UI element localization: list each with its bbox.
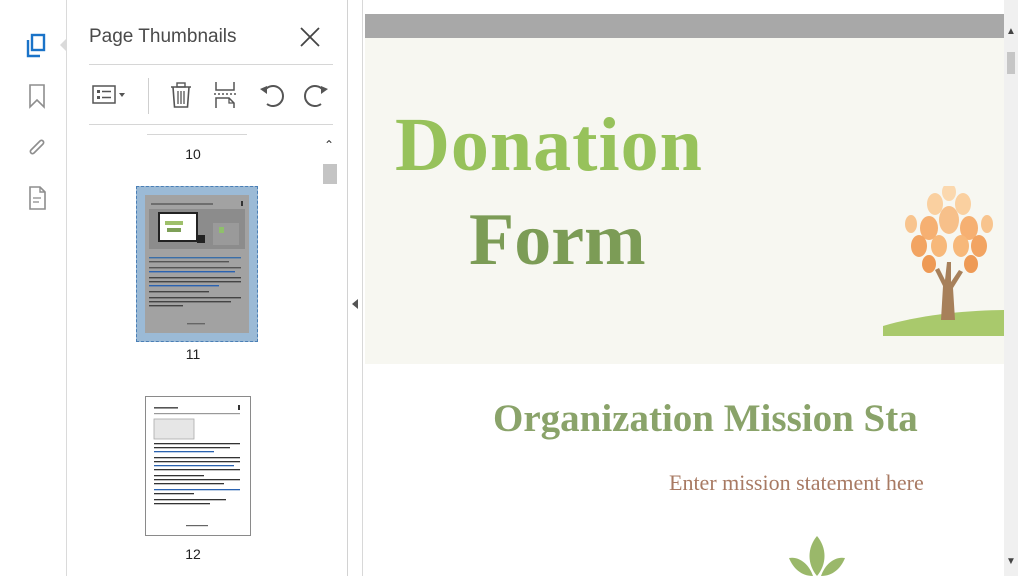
thumbnail-list: 10 11 12	[67, 128, 319, 576]
rotate-clockwise-icon[interactable]	[299, 78, 331, 112]
mission-statement-placeholder[interactable]: Enter mission statement here	[669, 470, 924, 496]
attachment-icon[interactable]	[24, 134, 50, 162]
toolbar-bottom-divider	[89, 124, 333, 125]
scroll-down-icon[interactable]: ▼	[1006, 556, 1016, 567]
scrollbar-thumb[interactable]	[323, 164, 337, 184]
thumbnail-label-10: 10	[185, 146, 201, 162]
panel-title: Page Thumbnails	[89, 26, 237, 47]
form-title-line2: Form	[469, 199, 646, 281]
scroll-up-icon[interactable]: ▲	[1006, 26, 1016, 37]
form-title-line1: Donation	[395, 103, 703, 187]
thumbnail-page-10-edge	[147, 134, 247, 135]
active-panel-pointer	[60, 38, 67, 52]
thumbnail-scrollbar[interactable]: ⌃	[319, 128, 341, 576]
thumbnail-label-12: 12	[185, 546, 201, 562]
collapse-panel-icon[interactable]	[352, 299, 358, 309]
bookmark-icon[interactable]	[24, 82, 50, 110]
page-options-icon[interactable]	[91, 78, 131, 112]
document-icon[interactable]	[24, 184, 50, 212]
delete-page-icon[interactable]	[165, 78, 197, 112]
page-gap	[365, 14, 1004, 38]
toolbar-divider	[148, 78, 149, 114]
leaf-illustration	[789, 536, 845, 576]
thumbnail-page-12[interactable]	[145, 396, 251, 536]
thumbnails-panel: Page Thumbnails 10 11 12 ⌃	[67, 0, 348, 576]
mission-heading: Organization Mission Sta	[493, 397, 918, 440]
scrollbar-thumb[interactable]	[1007, 52, 1015, 74]
close-icon[interactable]	[299, 26, 321, 48]
insert-page-icon[interactable]	[209, 78, 241, 112]
side-toolbar	[0, 0, 67, 576]
scroll-up-icon[interactable]: ⌃	[324, 138, 334, 152]
thumbnail-label-11: 11	[185, 346, 201, 362]
document-viewport[interactable]: Donation Form Organization Mission Sta E…	[363, 0, 1004, 576]
document-scrollbar[interactable]: ▲ ▼	[1004, 0, 1018, 576]
rotate-counterclockwise-icon[interactable]	[257, 78, 289, 112]
panel-splitter[interactable]	[348, 0, 363, 576]
thumbnail-page-11[interactable]	[136, 186, 258, 342]
panel-divider	[89, 64, 333, 65]
tree-illustration	[883, 186, 1004, 336]
page-thumbnails-icon[interactable]	[24, 32, 50, 60]
